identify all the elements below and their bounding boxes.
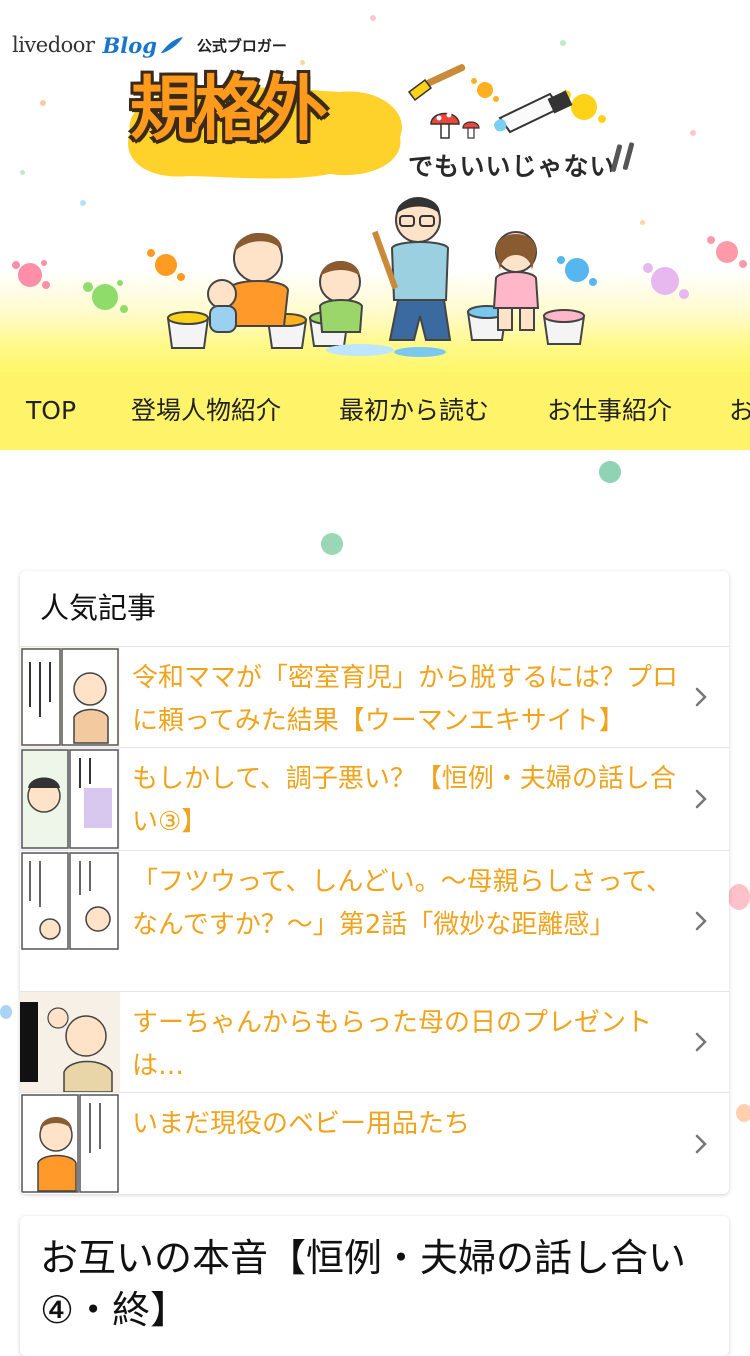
brand-tagline: 公式ブロガー bbox=[196, 36, 287, 55]
confetti bbox=[370, 15, 376, 21]
logo-subtitle: でもいいじゃない bbox=[408, 152, 616, 181]
paint-dot bbox=[321, 533, 343, 555]
article-title: いまだ現役のベビー用品たち bbox=[132, 1109, 471, 1139]
paint-splat-icon bbox=[707, 236, 747, 268]
paint-dot bbox=[728, 884, 750, 910]
nav-item-top[interactable]: TOP bbox=[26, 372, 76, 450]
global-nav: TOP 登場人物紹介 最初から読む お仕事紹介 お bbox=[0, 372, 750, 450]
brand-livedoor: livedoor bbox=[12, 33, 95, 57]
article-title: すーちゃんからもらった母の日のプレゼントは… bbox=[132, 1008, 653, 1081]
nav-item-more[interactable]: お bbox=[729, 372, 750, 450]
article-title: 「フツウって、しんどい。～母親らしさって、なんですか？～」第2話「微妙な距離感」 bbox=[132, 867, 673, 940]
post-card[interactable]: お互いの本音【恒例・夫婦の話し合い④・終】 bbox=[20, 1216, 729, 1356]
confetti bbox=[690, 130, 696, 136]
feather-icon bbox=[160, 37, 183, 53]
confetti bbox=[40, 100, 46, 106]
paintbrush-icon bbox=[407, 64, 466, 102]
paint-dot bbox=[0, 1005, 12, 1019]
nav-item-read-from-start[interactable]: 最初から読む bbox=[339, 372, 489, 450]
paint-dot bbox=[599, 461, 621, 483]
nav-item-work[interactable]: お仕事紹介 bbox=[547, 372, 672, 450]
brushes-icon bbox=[610, 142, 635, 172]
article-row[interactable]: いまだ現役のベビー用品たち bbox=[20, 1093, 729, 1194]
article-thumbnail bbox=[20, 851, 120, 991]
paint-splat-icon bbox=[643, 263, 689, 299]
article-title: 令和ママが「密室育児」から脱するには？プロに頼ってみた結果【ウーマンエキサイト】 bbox=[132, 663, 679, 736]
nav-item-characters[interactable]: 登場人物紹介 bbox=[131, 372, 281, 450]
brand-blog: Blog bbox=[102, 32, 157, 58]
article-row[interactable]: 令和ママが「密室育児」から脱するには？プロに頼ってみた結果【ウーマンエキサイト】 bbox=[20, 647, 729, 748]
article-thumbnail bbox=[20, 748, 120, 850]
post-title[interactable]: お互いの本音【恒例・夫婦の話し合い④・終】 bbox=[20, 1216, 729, 1336]
chevron-right-icon bbox=[695, 789, 707, 809]
article-thumbnail bbox=[20, 1093, 120, 1194]
popular-articles-heading: 人気記事 bbox=[20, 571, 729, 647]
article-row[interactable]: 「フツウって、しんどい。～母親らしさって、なんですか？～」第2話「微妙な距離感」 bbox=[20, 851, 729, 992]
paint-splat-icon bbox=[83, 280, 128, 313]
paint-splat-icon bbox=[12, 260, 50, 289]
popular-articles-card: 人気記事 令和ママが「密室育児」から脱するには？プロに頼ってみた結果【ウーマンエ… bbox=[20, 571, 729, 1194]
site-header: livedoor Blog 公式ブロガー 規格外 でもいいじゃない bbox=[0, 0, 750, 372]
mushroom-icon bbox=[430, 112, 480, 139]
confetti bbox=[80, 200, 86, 206]
livedoor-blog-brand[interactable]: livedoor Blog 公式ブロガー bbox=[12, 30, 287, 60]
chevron-right-icon bbox=[695, 1032, 707, 1052]
confetti bbox=[640, 220, 645, 225]
confetti bbox=[300, 60, 305, 65]
paint-tube-icon bbox=[494, 90, 573, 134]
article-thumbnail bbox=[20, 647, 120, 747]
chevron-right-icon bbox=[695, 911, 707, 931]
article-thumbnail bbox=[20, 992, 120, 1092]
article-row[interactable]: もしかして、調子悪い？【恒例・夫婦の話し合い③】 bbox=[20, 748, 729, 851]
paint-dot bbox=[736, 1104, 750, 1122]
chevron-right-icon bbox=[695, 687, 707, 707]
confetti bbox=[560, 40, 566, 46]
article-row[interactable]: すーちゃんからもらった母の日のプレゼントは… bbox=[20, 992, 729, 1093]
family-illustration bbox=[166, 197, 586, 357]
confetti bbox=[20, 170, 25, 175]
chevron-right-icon bbox=[695, 1134, 707, 1153]
article-title: もしかして、調子悪い？【恒例・夫婦の話し合い③】 bbox=[132, 764, 676, 837]
logo-title: 規格外 bbox=[130, 68, 328, 150]
